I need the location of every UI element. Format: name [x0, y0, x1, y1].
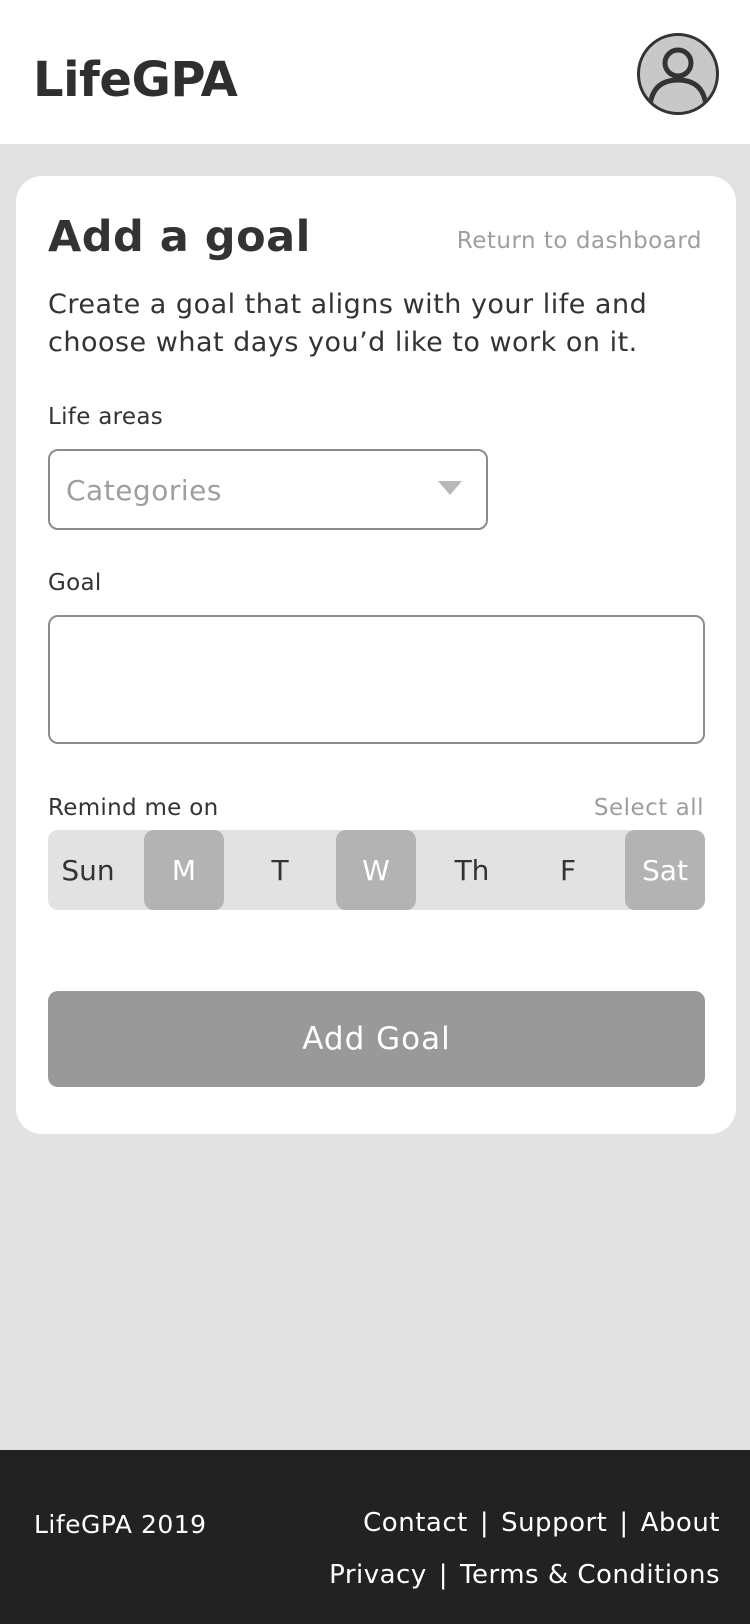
- day-fri[interactable]: F: [528, 830, 608, 910]
- page-footer: LifeGPA 2019 Contact | Support | About Priva…: [0, 1450, 750, 1624]
- day-thu[interactable]: Th: [432, 830, 512, 910]
- categories-placeholder: Categories: [66, 474, 222, 507]
- footer-links-row2: Privacy | Terms & Conditions: [329, 1560, 720, 1590]
- day-sat[interactable]: Sat: [625, 830, 705, 910]
- app-logo[interactable]: LifeGPA: [33, 52, 238, 108]
- footer-links-row1: Contact | Support | About: [363, 1508, 720, 1538]
- categories-dropdown[interactable]: Categories: [48, 449, 488, 530]
- day-mon[interactable]: M: [144, 830, 224, 910]
- footer-separator: |: [479, 1508, 490, 1538]
- app-header: LifeGPA: [0, 0, 750, 144]
- add-goal-card: Add a goal Return to dashboard Create a …: [16, 176, 736, 1134]
- day-wed[interactable]: W: [336, 830, 416, 910]
- day-sun[interactable]: Sun: [48, 830, 128, 910]
- page-title: Add a goal: [48, 212, 311, 262]
- footer-separator: |: [619, 1508, 629, 1538]
- page-description: Create a goal that aligns with your life…: [48, 289, 648, 358]
- footer-link-privacy[interactable]: Privacy: [329, 1560, 427, 1590]
- footer-copyright: LifeGPA 2019: [34, 1510, 207, 1539]
- footer-link-about[interactable]: About: [641, 1508, 720, 1538]
- chevron-down-icon: [438, 481, 462, 495]
- return-to-dashboard-link[interactable]: Return to dashboard: [457, 228, 702, 254]
- footer-link-terms[interactable]: Terms & Conditions: [460, 1560, 720, 1590]
- user-icon[interactable]: [637, 33, 719, 115]
- add-goal-button[interactable]: Add Goal: [48, 991, 705, 1087]
- life-areas-label: Life areas: [48, 404, 164, 430]
- goal-label: Goal: [48, 570, 102, 596]
- footer-link-contact[interactable]: Contact: [363, 1508, 468, 1538]
- footer-separator: |: [438, 1560, 448, 1590]
- goal-input[interactable]: [48, 615, 705, 744]
- day-picker: Sun M T W Th F Sat: [48, 830, 705, 910]
- footer-link-support[interactable]: Support: [501, 1508, 607, 1538]
- day-tue[interactable]: T: [240, 830, 320, 910]
- remind-label: Remind me on: [48, 795, 219, 821]
- select-all-link[interactable]: Select all: [594, 795, 704, 821]
